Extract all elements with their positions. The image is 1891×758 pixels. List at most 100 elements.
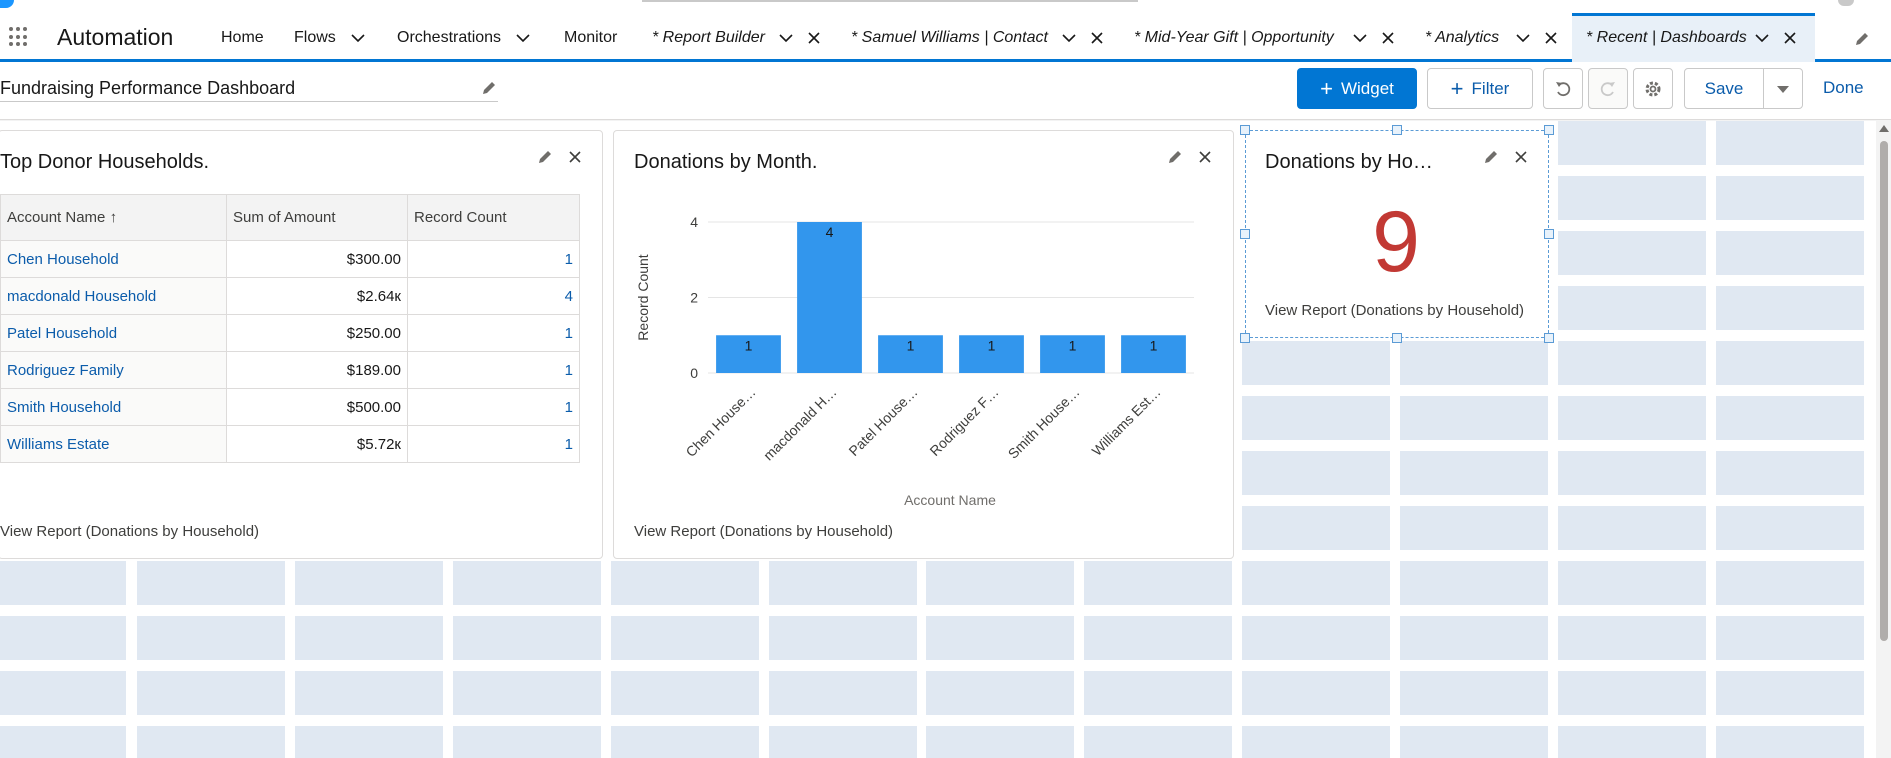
record-count-link[interactable]: 1 <box>407 240 580 278</box>
grid-cell <box>1716 506 1864 550</box>
grid-cell <box>1558 286 1706 330</box>
nav-item-monitor[interactable]: Monitor <box>564 28 617 48</box>
pencil-icon[interactable] <box>536 148 554 166</box>
grid-cell <box>1558 671 1706 715</box>
account-name-link[interactable]: Smith Household <box>0 388 227 426</box>
resize-handle[interactable] <box>1392 125 1402 135</box>
widget-title: Donations by Month. <box>634 151 818 173</box>
pencil-icon[interactable] <box>1166 148 1184 166</box>
record-count-link[interactable]: 1 <box>407 388 580 426</box>
add-filter-button[interactable]: + Filter <box>1427 68 1533 109</box>
y-axis-label: Record Count <box>635 254 651 340</box>
grid-cell <box>1716 671 1864 715</box>
resize-handle[interactable] <box>1240 125 1250 135</box>
record-count-link[interactable]: 1 <box>407 351 580 389</box>
chevron-down-icon[interactable] <box>350 28 366 48</box>
metric-value: 9 <box>1372 194 1420 290</box>
close-icon[interactable] <box>1512 148 1530 166</box>
app-launcher-icon[interactable] <box>9 27 29 47</box>
chevron-down-icon[interactable] <box>1061 28 1077 48</box>
x-tick-label: Patel House… <box>845 384 920 459</box>
column-header-sum-of-amount[interactable]: Sum of Amount <box>226 194 408 241</box>
settings-button[interactable] <box>1633 68 1673 109</box>
grid-cell <box>1716 341 1864 385</box>
caret-down-icon <box>1777 85 1789 93</box>
tab-recent-dashboards[interactable]: * Recent | Dashboards <box>1586 28 1796 48</box>
grid-cell <box>295 616 443 660</box>
close-icon[interactable] <box>1782 28 1798 48</box>
column-header-record-count[interactable]: Record Count <box>407 194 580 241</box>
close-icon[interactable] <box>1543 28 1559 48</box>
resize-handle[interactable] <box>1544 333 1554 343</box>
scrollbar-thumb[interactable] <box>1880 141 1888 641</box>
close-icon[interactable] <box>1089 28 1105 48</box>
pencil-icon[interactable] <box>1482 148 1500 166</box>
record-count-link[interactable]: 4 <box>407 277 580 315</box>
tab-analytics[interactable]: * Analytics <box>1425 28 1557 48</box>
grid-cell <box>769 671 917 715</box>
x-axis-label: Account Name <box>904 492 996 508</box>
resize-handle[interactable] <box>1240 333 1250 343</box>
chevron-down-icon[interactable] <box>515 28 531 48</box>
chevron-down-icon[interactable] <box>1754 28 1770 48</box>
view-report-link[interactable]: View Report (Donations by Household) <box>0 523 259 540</box>
bar[interactable] <box>797 222 862 373</box>
close-icon[interactable] <box>806 28 822 48</box>
grid-cell <box>1558 451 1706 495</box>
widget-title: Donations by Ho… <box>1265 151 1433 173</box>
grid-cell <box>295 726 443 758</box>
record-count-link[interactable]: 1 <box>407 425 580 463</box>
grid-cell <box>1242 561 1390 605</box>
undo-button[interactable] <box>1543 68 1583 109</box>
widget-title: Top Donor Households. <box>0 151 210 173</box>
account-name-link[interactable]: Rodriguez Family <box>0 351 227 389</box>
view-report-link[interactable]: View Report (Donations by Household) <box>1265 302 1524 319</box>
column-header-account-name[interactable]: Account Name ↑ <box>0 194 227 241</box>
account-name-link[interactable]: Patel Household <box>0 314 227 352</box>
tab-samuel-williams-contact[interactable]: * Samuel Williams | Contact <box>851 28 1103 48</box>
org-badge <box>0 0 14 8</box>
done-button[interactable]: Done <box>1823 78 1864 98</box>
grid-cell <box>453 726 601 758</box>
dashboard-title-input[interactable]: Fundraising Performance Dashboard <box>0 76 498 102</box>
tab-mid-year-gift-opportunity[interactable]: * Mid-Year Gift | Opportunity <box>1134 28 1394 48</box>
donor-table: Account Name ↑ Sum of Amount Record Coun… <box>0 194 580 463</box>
grid-cell <box>1242 726 1390 758</box>
grid-cell <box>137 671 285 715</box>
nav-item-flows[interactable]: Flows <box>294 28 365 48</box>
save-button[interactable]: Save <box>1684 68 1764 109</box>
add-widget-button[interactable]: + Widget <box>1297 68 1417 109</box>
table-row: Rodriguez Family $189.00 1 <box>0 351 580 389</box>
account-name-link[interactable]: Williams Estate <box>0 425 227 463</box>
grid-cell <box>453 671 601 715</box>
record-count-link[interactable]: 1 <box>407 314 580 352</box>
chevron-down-icon[interactable] <box>1352 28 1368 48</box>
close-icon[interactable] <box>1380 28 1396 48</box>
account-name-link[interactable]: macdonald Household <box>0 277 227 315</box>
close-icon[interactable] <box>566 148 584 166</box>
redo-button[interactable] <box>1588 68 1628 109</box>
scroll-up-arrow-icon[interactable] <box>1879 125 1889 132</box>
nav-item-home[interactable]: Home <box>221 28 264 48</box>
tab-report-builder[interactable]: * Report Builder <box>652 28 820 48</box>
grid-cell <box>1558 561 1706 605</box>
nav-item-orchestrations[interactable]: Orchestrations <box>397 28 530 48</box>
grid-cell <box>611 726 759 758</box>
account-name-link[interactable]: Chen Household <box>0 240 227 278</box>
grid-cell <box>1400 396 1548 440</box>
x-tick-label: Chen House… <box>682 384 758 460</box>
pencil-icon[interactable] <box>480 79 498 97</box>
edit-nav-icon[interactable] <box>1853 30 1871 48</box>
save-menu-button[interactable] <box>1763 68 1803 109</box>
chevron-down-icon[interactable] <box>778 28 794 48</box>
redo-icon <box>1600 81 1615 96</box>
avatar[interactable] <box>1838 0 1854 6</box>
resize-handle[interactable] <box>1392 333 1402 343</box>
view-report-link[interactable]: View Report (Donations by Household) <box>634 523 893 540</box>
resize-handle[interactable] <box>1544 125 1554 135</box>
grid-cell <box>1242 341 1390 385</box>
chevron-down-icon[interactable] <box>1515 28 1531 48</box>
close-icon[interactable] <box>1196 148 1214 166</box>
grid-cell <box>1558 121 1706 165</box>
data-label: 4 <box>826 224 834 240</box>
